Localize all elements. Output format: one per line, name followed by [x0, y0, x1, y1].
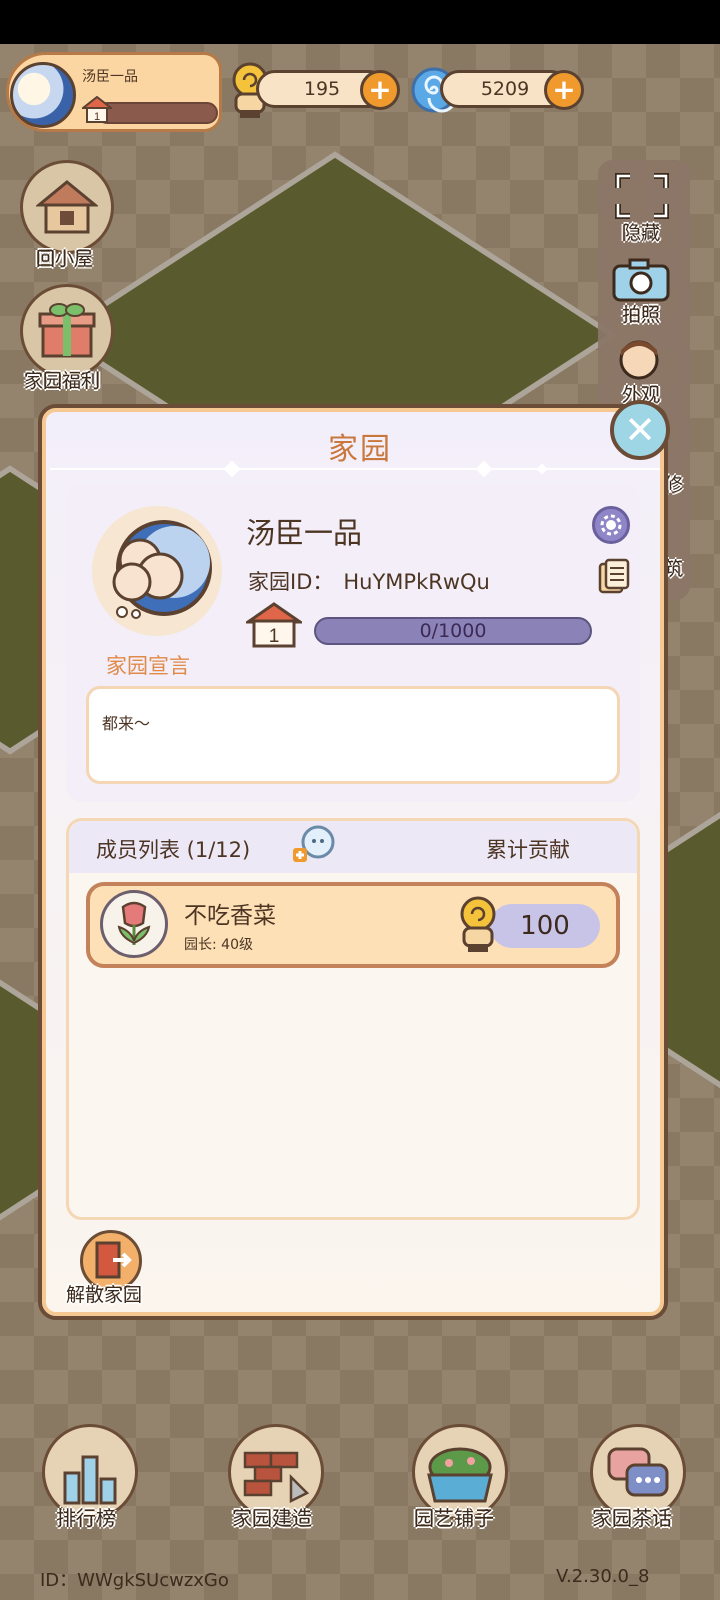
garden-id-label: 家园ID：: [248, 570, 334, 594]
player-name: 汤臣一品: [82, 69, 138, 85]
camera-icon[interactable]: [610, 256, 672, 304]
garden-id-value: HuYMPkRwQu: [343, 570, 490, 594]
player-id: ID：WWgkSUcwzxGo: [40, 1570, 229, 1591]
garden-welfare-label: 家园福利: [24, 370, 101, 392]
gear-glyph: [600, 514, 622, 536]
member-role: 园长: 40级: [184, 937, 253, 953]
garden-build-label[interactable]: 家园建造: [232, 1502, 312, 1531]
gift-box-icon: [38, 303, 96, 358]
player-avatar[interactable]: [10, 62, 76, 128]
member-contribution: 100: [490, 904, 600, 948]
back-to-cabin-label: 回小屋: [36, 248, 94, 270]
close-button[interactable]: ✕: [610, 400, 670, 460]
garden-welfare-button[interactable]: [20, 284, 114, 378]
photo-label[interactable]: 拍照: [622, 300, 660, 327]
manifesto-box[interactable]: [86, 686, 620, 784]
garden-exp-progress-bar: 0/1000: [314, 617, 592, 645]
hide-ui-label[interactable]: 隐藏: [622, 218, 660, 245]
garden-id: 家园ID： HuYMPkRwQu: [248, 566, 490, 596]
add-swirl-gem-button[interactable]: +: [544, 70, 584, 110]
svg-text:1: 1: [269, 626, 280, 647]
house-icon: [36, 180, 98, 234]
garden-emblem[interactable]: [92, 506, 222, 636]
player-level-bar: [96, 102, 218, 124]
add-snail-coin-button[interactable]: +: [360, 70, 400, 110]
copy-id-icon[interactable]: [598, 558, 630, 596]
snail-coin-icon: [460, 896, 496, 952]
title-divider: [50, 468, 660, 470]
garden-level-icon: 1: [246, 602, 302, 648]
tulip-icon: [117, 901, 151, 945]
garden-name: 汤臣一品: [246, 516, 363, 550]
status-bar: [0, 0, 720, 44]
invite-member-icon[interactable]: [292, 824, 336, 864]
svg-text:1: 1: [94, 111, 100, 123]
manifesto-label: 家园宣言: [106, 654, 190, 678]
settings-gear-icon[interactable]: [592, 506, 630, 544]
gardening-shop-label[interactable]: 园艺铺子: [414, 1502, 494, 1531]
cloud-moon-emblem-icon: [112, 520, 212, 619]
contribution-header: 累计贡献: [486, 838, 570, 862]
manifesto-text: 都来～: [102, 714, 151, 733]
member-name: 不吃香菜: [184, 903, 276, 929]
garden-chat-label[interactable]: 家园茶话: [592, 1502, 672, 1531]
fullscreen-icon[interactable]: [614, 172, 670, 220]
member-list-panel: [66, 818, 640, 1220]
leaderboard-label[interactable]: 排行榜: [56, 1502, 116, 1531]
home-level-icon: 1: [82, 96, 112, 123]
member-avatar[interactable]: [100, 890, 168, 958]
back-to-cabin-button[interactable]: [20, 160, 114, 254]
member-list-title: 成员列表 (1/12): [96, 838, 251, 862]
character-icon[interactable]: [614, 336, 664, 380]
dissolve-garden-label[interactable]: 解散家园: [66, 1280, 142, 1307]
app-version: V.2.30.0_8: [556, 1566, 650, 1587]
